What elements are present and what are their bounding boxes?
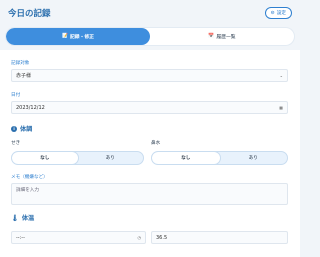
runny-nose-label: 鼻水: [151, 141, 161, 146]
runny-nose-option-no[interactable]: なし: [152, 152, 220, 164]
target-label: 記録対象: [11, 61, 30, 66]
condition-heading: i 体調: [11, 124, 32, 133]
target-value: 赤子様: [16, 73, 32, 79]
date-value: 2023/12/12: [16, 104, 45, 111]
page-title: 今日の記録: [8, 9, 51, 19]
cough-toggle: なし あり: [11, 151, 144, 165]
runny-nose-toggle: なし あり: [151, 151, 288, 165]
settings-button[interactable]: ⚙ 設定: [264, 7, 292, 19]
condition-heading-text: 体調: [20, 126, 33, 133]
temperature-value: 36.5: [156, 234, 168, 241]
tab-history-label: 履歴一覧: [216, 35, 236, 40]
info-icon: i: [11, 125, 17, 132]
tab-record[interactable]: 📝 記録・修正: [6, 28, 150, 45]
date-label: 日付: [11, 93, 21, 98]
temperature-input[interactable]: 36.5: [151, 231, 288, 244]
settings-label: 設定: [276, 11, 286, 16]
clock-icon[interactable]: ◷: [138, 235, 142, 240]
app-header: 今日の記録 ⚙ 設定: [0, 0, 300, 26]
runny-nose-option-yes[interactable]: あり: [220, 152, 288, 164]
calendar-icon: 📅: [208, 34, 215, 39]
time-value: --:--: [16, 234, 25, 241]
tab-history[interactable]: 📅 履歴一覧: [150, 28, 294, 45]
gear-icon: ⚙: [270, 10, 275, 16]
memo-placeholder: 詳細を入力: [16, 188, 39, 193]
thermometer-icon: 🌡: [11, 214, 19, 222]
cough-option-no[interactable]: なし: [12, 152, 78, 164]
date-input[interactable]: 2023/12/12 ▦: [11, 101, 288, 114]
target-select[interactable]: 赤子様 ⌄: [11, 69, 288, 82]
tab-bar: 📝 記録・修正 📅 履歴一覧: [6, 28, 294, 45]
temperature-heading-text: 体温: [21, 215, 35, 222]
time-input[interactable]: --:-- ◷: [11, 231, 146, 244]
tab-record-label: 記録・修正: [69, 35, 94, 40]
cough-label: せき: [11, 141, 21, 146]
memo-textarea[interactable]: 詳細を入力: [11, 183, 288, 205]
calendar-icon[interactable]: ▦: [279, 105, 283, 110]
temperature-heading: 🌡 体温: [11, 213, 35, 223]
memo-icon: 📝: [62, 34, 68, 39]
cough-option-yes[interactable]: あり: [78, 152, 144, 164]
memo-label: メモ（機嫌など）: [11, 175, 48, 180]
chevron-down-icon: ⌄: [279, 73, 283, 78]
